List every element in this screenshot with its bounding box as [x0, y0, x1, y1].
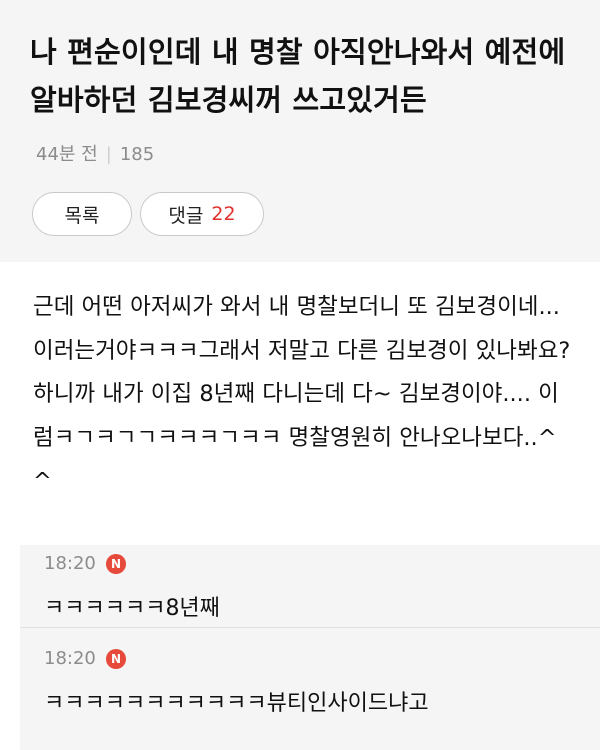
- post-time: 44분 전: [36, 144, 98, 165]
- comment-text: ㅋㅋㅋㅋㅋㅋㅋㅋㅋㅋㅋ뷰티인사이드냐고: [44, 691, 429, 716]
- post-body: 근데 어떤 아저씨가 와서 내 명찰보더니 또 김보경이네... 이러는거야ㅋㅋ…: [33, 294, 571, 494]
- comment-list: 18:20 N ㅋㅋㅋㅋㅋㅋ8년째 18:20 N ㅋㅋㅋㅋㅋㅋㅋㅋㅋㅋㅋ뷰티인…: [20, 545, 600, 750]
- comment-time: 18:20: [44, 553, 96, 574]
- list-button-label: 목록: [64, 204, 100, 227]
- new-badge-icon: N: [106, 554, 126, 574]
- post-title: 나 편순이인데 내 명찰 아직안나와서 예전에 알바하던 김보경씨꺼 쓰고있거든: [30, 35, 566, 117]
- comments-button[interactable]: 댓글 22: [140, 192, 264, 236]
- comment-time: 18:20: [44, 648, 96, 669]
- post-header: 나 편순이인데 내 명찰 아직안나와서 예전에 알바하던 김보경씨꺼 쓰고있거든…: [0, 0, 600, 262]
- post-meta: 44분 전 | 185: [36, 140, 154, 166]
- comment-item[interactable]: 18:20 N ㅋㅋㅋㅋㅋㅋㅋㅋㅋㅋㅋ뷰티인사이드냐고: [20, 640, 600, 722]
- comment-text: ㅋㅋㅋㅋㅋㅋ8년째: [44, 596, 220, 621]
- view-count: 185: [119, 144, 155, 165]
- comments-button-label: 댓글: [168, 204, 204, 227]
- comment-divider: [20, 627, 600, 628]
- comment-item[interactable]: 18:20 N ㅋㅋㅋㅋㅋㅋ8년째: [20, 545, 600, 627]
- meta-separator: |: [105, 144, 112, 165]
- comment-count: 22: [211, 203, 236, 225]
- new-badge-icon: N: [106, 649, 126, 669]
- list-button[interactable]: 목록: [32, 192, 132, 236]
